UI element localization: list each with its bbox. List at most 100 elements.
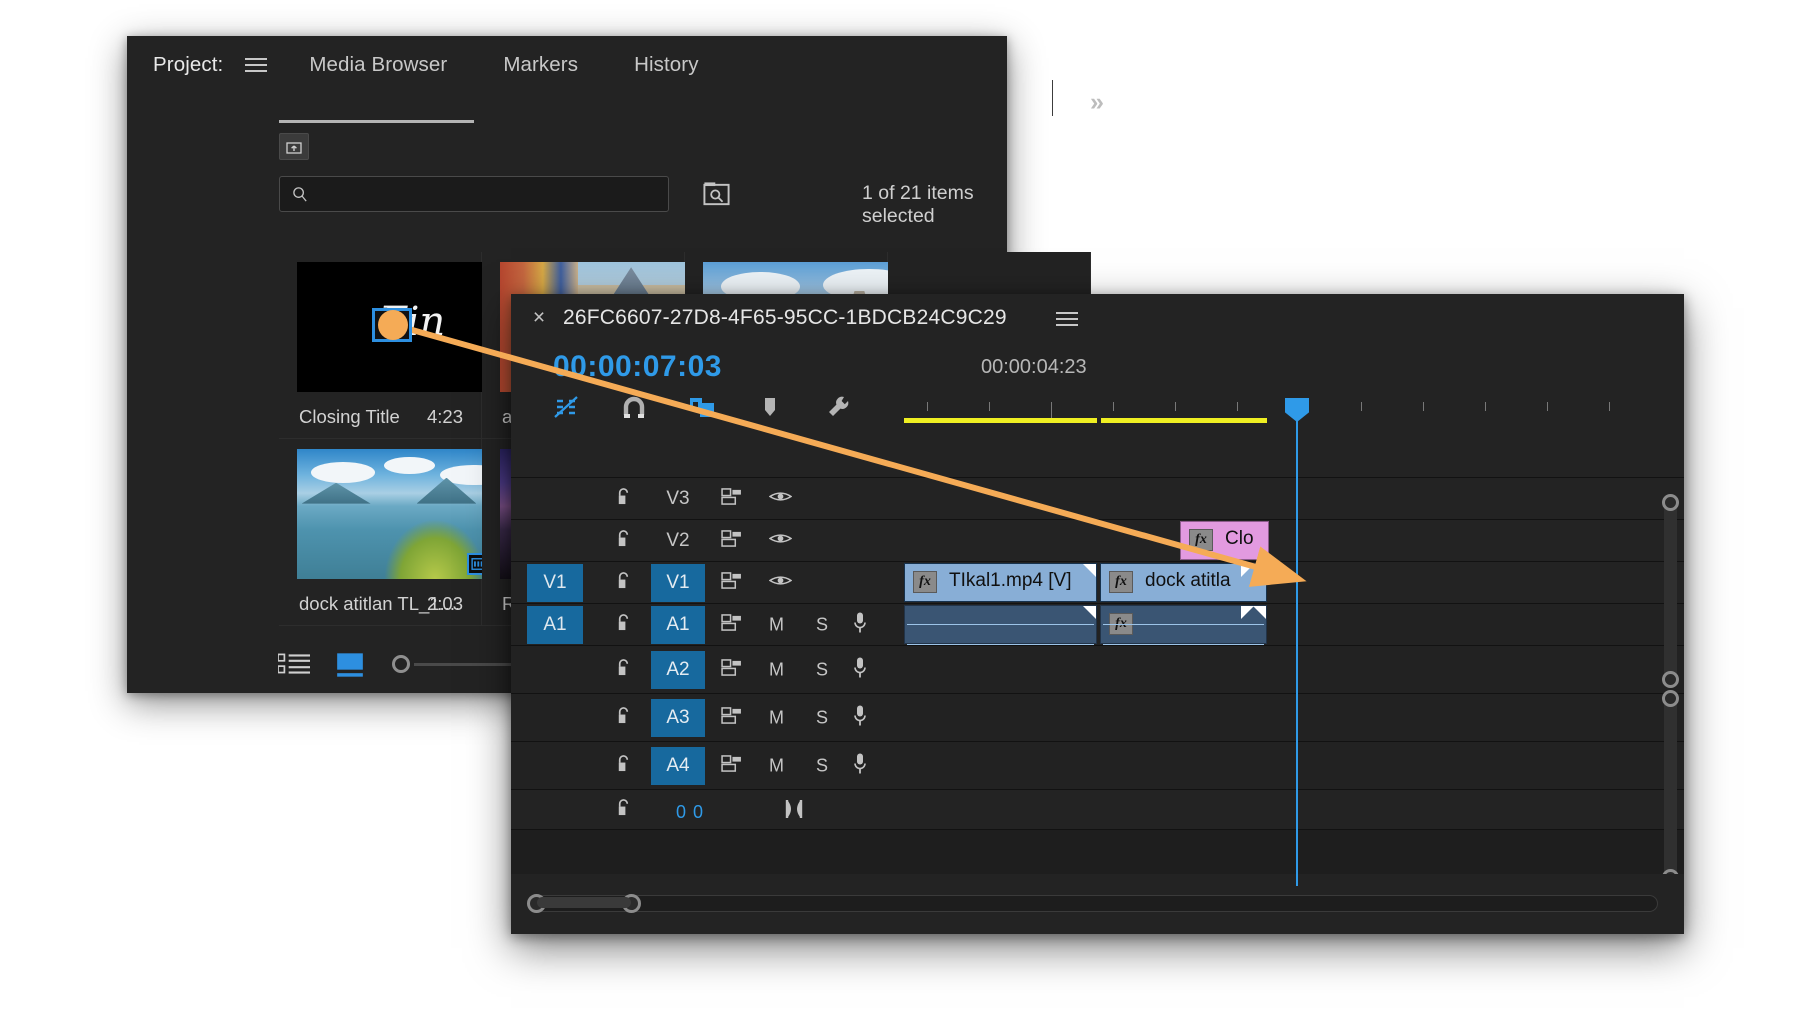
track-header-a4[interactable]: A4 M S bbox=[511, 742, 904, 789]
source-patch-a1[interactable]: A1 bbox=[527, 606, 583, 644]
track-output-eye-icon[interactable] bbox=[769, 573, 792, 592]
close-icon[interactable]: × bbox=[529, 308, 549, 328]
timeline-clip-closing-title[interactable]: fx Clo bbox=[1180, 521, 1269, 560]
track-row[interactable]: V2 fx Clo bbox=[511, 520, 1684, 562]
voice-record-icon[interactable] bbox=[853, 611, 867, 638]
parent-folder-icon[interactable] bbox=[279, 133, 309, 160]
track-row[interactable]: A2 M S bbox=[511, 646, 1684, 694]
timeline-ruler[interactable] bbox=[904, 384, 1662, 420]
track-lane-v2[interactable]: fx Clo bbox=[904, 520, 1684, 561]
track-header-v3[interactable]: V3 bbox=[511, 478, 904, 519]
tab-project[interactable]: Project: bbox=[153, 53, 223, 77]
track-row[interactable]: A3 M S bbox=[511, 694, 1684, 742]
track-name-label[interactable]: A1 bbox=[651, 606, 705, 644]
track-lane-a4[interactable] bbox=[904, 742, 1684, 789]
clip-corner-handle[interactable] bbox=[1241, 606, 1254, 619]
voice-record-icon[interactable] bbox=[853, 752, 867, 779]
clip-corner-handle[interactable] bbox=[1083, 564, 1096, 577]
tab-media-browser[interactable]: Media Browser bbox=[309, 53, 447, 77]
magnet-snap-icon[interactable] bbox=[619, 392, 649, 422]
sync-lock-icon[interactable] bbox=[721, 530, 742, 552]
timeline-clip-tikal[interactable]: fx TIkal1.mp4 [V] bbox=[904, 563, 1097, 602]
lock-icon[interactable] bbox=[615, 529, 632, 553]
lock-icon[interactable] bbox=[615, 706, 632, 730]
overflow-chevrons-icon[interactable]: » bbox=[1090, 88, 1101, 117]
solo-button[interactable]: S bbox=[816, 659, 828, 680]
track-panel-vscrollbar-audio[interactable] bbox=[1664, 692, 1677, 884]
mute-button[interactable]: M bbox=[769, 614, 784, 635]
solo-button[interactable]: S bbox=[816, 614, 828, 635]
track-lane-v1[interactable]: fx TIkal1.mp4 [V] fx dock atitla bbox=[904, 562, 1684, 603]
timeline-panel-menu-icon[interactable] bbox=[1056, 311, 1078, 332]
playhead-line[interactable] bbox=[1296, 424, 1298, 886]
mute-button[interactable]: M bbox=[769, 707, 784, 728]
sync-lock-icon[interactable] bbox=[721, 614, 742, 636]
track-output-eye-icon[interactable] bbox=[769, 489, 792, 508]
timeline-clip-audio-tikal[interactable] bbox=[904, 605, 1097, 644]
sync-lock-icon[interactable] bbox=[721, 488, 742, 510]
track-row[interactable]: A4 M S bbox=[511, 742, 1684, 790]
track-row-master[interactable]: 0 0 bbox=[511, 790, 1684, 830]
source-patch-v1[interactable]: V1 bbox=[527, 564, 583, 602]
list-view-icon[interactable] bbox=[277, 651, 311, 677]
track-header-a2[interactable]: A2 M S bbox=[511, 646, 904, 693]
solo-button[interactable]: S bbox=[816, 755, 828, 776]
scrollbar-knob[interactable] bbox=[1662, 494, 1679, 511]
lock-icon[interactable] bbox=[615, 613, 632, 637]
lock-icon[interactable] bbox=[615, 658, 632, 682]
track-output-eye-icon[interactable] bbox=[769, 531, 792, 550]
track-lane-a3[interactable] bbox=[904, 694, 1684, 741]
icon-view-icon[interactable] bbox=[335, 651, 365, 679]
mute-button[interactable]: M bbox=[769, 755, 784, 776]
track-name-label[interactable]: A2 bbox=[651, 651, 705, 689]
clip-corner-handle[interactable] bbox=[1241, 564, 1254, 577]
track-lane-master[interactable] bbox=[904, 790, 1684, 829]
scrollbar-knob[interactable] bbox=[1662, 690, 1679, 707]
project-panel-menu-icon[interactable] bbox=[245, 57, 267, 73]
track-lane-a2[interactable] bbox=[904, 646, 1684, 693]
lock-icon[interactable] bbox=[615, 487, 632, 511]
clip-corner-handle[interactable] bbox=[1083, 606, 1096, 619]
audio-link-icon[interactable] bbox=[783, 798, 805, 825]
add-marker-icon[interactable] bbox=[755, 392, 785, 422]
sync-lock-icon[interactable] bbox=[721, 707, 742, 729]
track-panel-vscrollbar-video[interactable] bbox=[1664, 496, 1677, 686]
playhead-timecode[interactable]: 00:00:07:03 bbox=[553, 350, 722, 384]
track-header-a3[interactable]: A3 M S bbox=[511, 694, 904, 741]
timeline-clip-audio-dock[interactable]: fx bbox=[1100, 605, 1267, 644]
find-icon[interactable] bbox=[702, 180, 731, 206]
track-lane-v3[interactable] bbox=[904, 478, 1684, 519]
search-input[interactable] bbox=[279, 176, 669, 212]
track-header-a1[interactable]: A1 A1 M S bbox=[511, 604, 904, 645]
playhead-marker[interactable] bbox=[1296, 399, 1298, 426]
lock-icon[interactable] bbox=[615, 571, 632, 595]
mute-button[interactable]: M bbox=[769, 659, 784, 680]
track-header-v1[interactable]: V1 V1 bbox=[511, 562, 904, 603]
sync-lock-icon[interactable] bbox=[721, 755, 742, 777]
track-row[interactable]: V1 V1 fx bbox=[511, 562, 1684, 604]
track-header-master[interactable]: 0 0 bbox=[511, 790, 904, 829]
voice-record-icon[interactable] bbox=[853, 656, 867, 683]
timeline-settings-wrench-icon[interactable] bbox=[823, 392, 853, 422]
snap-linked-selection-icon[interactable] bbox=[551, 392, 581, 422]
solo-button[interactable]: S bbox=[816, 707, 828, 728]
track-row[interactable]: V3 bbox=[511, 478, 1684, 520]
slider-knob[interactable] bbox=[392, 655, 410, 673]
lock-icon[interactable] bbox=[615, 754, 632, 778]
tab-markers[interactable]: Markers bbox=[503, 53, 578, 77]
tab-history[interactable]: History bbox=[634, 53, 698, 77]
list-item[interactable]: Fin Closing Title 4:23 bbox=[279, 252, 482, 439]
sync-lock-icon[interactable] bbox=[721, 572, 742, 594]
track-name-label[interactable]: V1 bbox=[651, 564, 705, 602]
track-name-label[interactable]: A3 bbox=[651, 699, 705, 737]
list-item[interactable]: dock atitlan TL_1.... 2:03 bbox=[279, 439, 482, 626]
track-header-v2[interactable]: V2 bbox=[511, 520, 904, 561]
voice-record-icon[interactable] bbox=[853, 704, 867, 731]
lock-icon[interactable] bbox=[615, 798, 632, 822]
timeline-hscrollbar[interactable] bbox=[528, 895, 1658, 912]
sync-lock-icon[interactable] bbox=[721, 659, 742, 681]
timeline-clip-dock-atitlan[interactable]: fx dock atitla bbox=[1100, 563, 1267, 602]
linked-selection-icon[interactable] bbox=[687, 392, 717, 422]
track-name-label[interactable]: A4 bbox=[651, 747, 705, 785]
track-row[interactable]: A1 A1 M S bbox=[511, 604, 1684, 646]
